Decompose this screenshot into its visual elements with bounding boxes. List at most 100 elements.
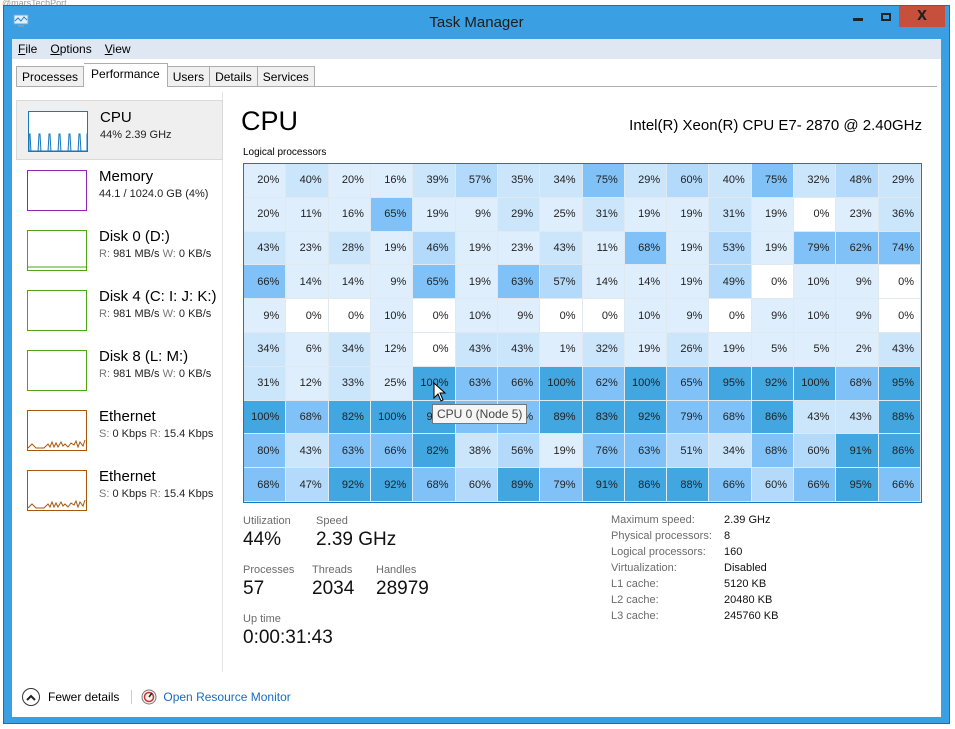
- tab-performance[interactable]: Performance: [84, 63, 168, 87]
- processor-cell[interactable]: 0%: [286, 299, 329, 333]
- processor-cell[interactable]: 12%: [370, 332, 414, 367]
- processor-cell[interactable]: 26%: [667, 332, 710, 367]
- processor-cell[interactable]: 19%: [540, 434, 583, 469]
- title-bar[interactable]: Task Manager X: [4, 6, 949, 39]
- processor-cell[interactable]: 53%: [709, 231, 752, 266]
- processor-cell[interactable]: 34%: [540, 164, 583, 198]
- processor-cell[interactable]: 79%: [540, 468, 583, 502]
- processor-cell[interactable]: 62%: [582, 366, 625, 401]
- processor-cell[interactable]: 92%: [751, 366, 795, 401]
- processor-cell[interactable]: 100%: [370, 400, 414, 435]
- processor-cell[interactable]: 0%: [582, 299, 625, 333]
- sidebar-item-ethernet[interactable]: Ethernet S: 0 Kbps R: 15.4 Kbps: [16, 460, 223, 520]
- processor-cell[interactable]: 20%: [244, 197, 287, 232]
- processor-cell[interactable]: 83%: [582, 400, 625, 435]
- processor-cell[interactable]: 43%: [878, 332, 921, 367]
- processor-cell[interactable]: 86%: [624, 468, 668, 502]
- processor-cell[interactable]: 14%: [328, 265, 371, 300]
- processor-cell[interactable]: 86%: [751, 400, 795, 435]
- processor-cell[interactable]: 63%: [328, 434, 371, 469]
- processor-cell[interactable]: 88%: [878, 400, 921, 435]
- processor-cell[interactable]: 5%: [751, 332, 795, 367]
- processor-cell[interactable]: 43%: [244, 231, 287, 266]
- processor-cell[interactable]: 19%: [751, 197, 795, 232]
- logical-processors-grid[interactable]: 20% 40% 20% 16% 39% 57% 35% 34% 75% 29% 60% 40% 75% 3…: [243, 163, 922, 503]
- processor-cell[interactable]: 91%: [836, 434, 879, 469]
- processor-cell[interactable]: 9%: [836, 299, 879, 333]
- close-button[interactable]: X: [899, 6, 945, 27]
- processor-cell[interactable]: 20%: [244, 164, 287, 198]
- processor-cell[interactable]: 68%: [286, 400, 329, 435]
- processor-cell[interactable]: 0%: [540, 299, 583, 333]
- processor-cell[interactable]: 82%: [328, 400, 371, 435]
- processor-cell[interactable]: 100%: [244, 400, 287, 435]
- fewer-details-link[interactable]: Fewer details: [48, 690, 119, 704]
- processor-cell[interactable]: 5%: [794, 332, 837, 367]
- processor-cell[interactable]: 29%: [497, 197, 541, 232]
- processor-cell[interactable]: 0%: [413, 332, 456, 367]
- processor-cell[interactable]: 10%: [370, 299, 414, 333]
- processor-cell[interactable]: 80%: [244, 434, 287, 469]
- processor-cell[interactable]: 63%: [497, 265, 541, 300]
- processor-cell[interactable]: 34%: [244, 332, 287, 367]
- processor-cell[interactable]: 43%: [497, 332, 541, 367]
- processor-cell[interactable]: 79%: [794, 231, 837, 266]
- processor-cell[interactable]: 0%: [878, 265, 921, 300]
- processor-cell[interactable]: 68%: [413, 468, 456, 502]
- processor-cell[interactable]: 89%: [540, 400, 583, 435]
- processor-cell[interactable]: 79%: [667, 400, 710, 435]
- processor-cell[interactable]: 74%: [878, 231, 921, 266]
- processor-cell[interactable]: 60%: [794, 434, 837, 469]
- processor-cell[interactable]: 9%: [667, 299, 710, 333]
- processor-cell[interactable]: 6%: [286, 332, 329, 367]
- processor-cell[interactable]: 92%: [328, 468, 371, 502]
- processor-cell[interactable]: 19%: [709, 332, 752, 367]
- processor-cell[interactable]: 1%: [540, 332, 583, 367]
- processor-cell[interactable]: 9%: [370, 265, 414, 300]
- processor-cell[interactable]: 68%: [751, 434, 795, 469]
- processor-cell[interactable]: 35%: [497, 164, 541, 198]
- processor-cell[interactable]: 19%: [667, 265, 710, 300]
- processor-cell[interactable]: 60%: [455, 468, 498, 502]
- processor-cell[interactable]: 31%: [582, 197, 625, 232]
- processor-cell[interactable]: 20%: [328, 164, 371, 198]
- processor-cell[interactable]: 40%: [286, 164, 329, 198]
- processor-cell[interactable]: 47%: [286, 468, 329, 502]
- processor-cell[interactable]: 51%: [667, 434, 710, 469]
- sidebar-item-disk-8-l-m[interactable]: Disk 8 (L: M:) R: 981 MB/s W: 0 KB/s: [16, 340, 223, 400]
- processor-cell[interactable]: 29%: [624, 164, 668, 198]
- fewer-details-button[interactable]: [22, 688, 40, 706]
- processor-cell[interactable]: 33%: [328, 366, 371, 401]
- processor-cell[interactable]: 9%: [751, 299, 795, 333]
- processor-cell[interactable]: 19%: [455, 265, 498, 300]
- processor-cell[interactable]: 11%: [582, 231, 625, 266]
- processor-cell[interactable]: 38%: [455, 434, 498, 469]
- tab-details[interactable]: Details: [210, 66, 258, 87]
- menu-view[interactable]: View: [105, 42, 131, 56]
- processor-cell[interactable]: 9%: [244, 299, 287, 333]
- processor-cell[interactable]: 66%: [497, 366, 541, 401]
- processor-cell[interactable]: 31%: [709, 197, 752, 232]
- processor-cell[interactable]: 16%: [328, 197, 371, 232]
- processor-cell[interactable]: 95%: [878, 366, 921, 401]
- processor-cell[interactable]: 10%: [455, 299, 498, 333]
- processor-cell[interactable]: 92%: [370, 468, 414, 502]
- processor-cell[interactable]: 66%: [709, 468, 752, 502]
- processor-cell[interactable]: 48%: [836, 164, 879, 198]
- processor-cell[interactable]: 25%: [370, 366, 414, 401]
- processor-cell[interactable]: 0%: [413, 299, 456, 333]
- processor-cell[interactable]: 100%: [540, 366, 583, 401]
- processor-cell[interactable]: 63%: [624, 434, 668, 469]
- processor-cell[interactable]: 32%: [582, 332, 625, 367]
- processor-cell[interactable]: 10%: [794, 299, 837, 333]
- sidebar-item-disk-4-c-i-j-k[interactable]: Disk 4 (C: I: J: K:) R: 981 MB/s W: 0 KB/…: [16, 280, 223, 340]
- processor-cell[interactable]: 9%: [497, 299, 541, 333]
- processor-cell[interactable]: 0%: [878, 299, 921, 333]
- processor-cell[interactable]: 75%: [582, 164, 625, 198]
- processor-cell[interactable]: 75%: [751, 164, 795, 198]
- processor-cell[interactable]: 0%: [794, 197, 837, 232]
- processor-cell[interactable]: 40%: [709, 164, 752, 198]
- processor-cell[interactable]: 10%: [624, 299, 668, 333]
- processor-cell[interactable]: 14%: [286, 265, 329, 300]
- tab-processes[interactable]: Processes: [16, 66, 85, 87]
